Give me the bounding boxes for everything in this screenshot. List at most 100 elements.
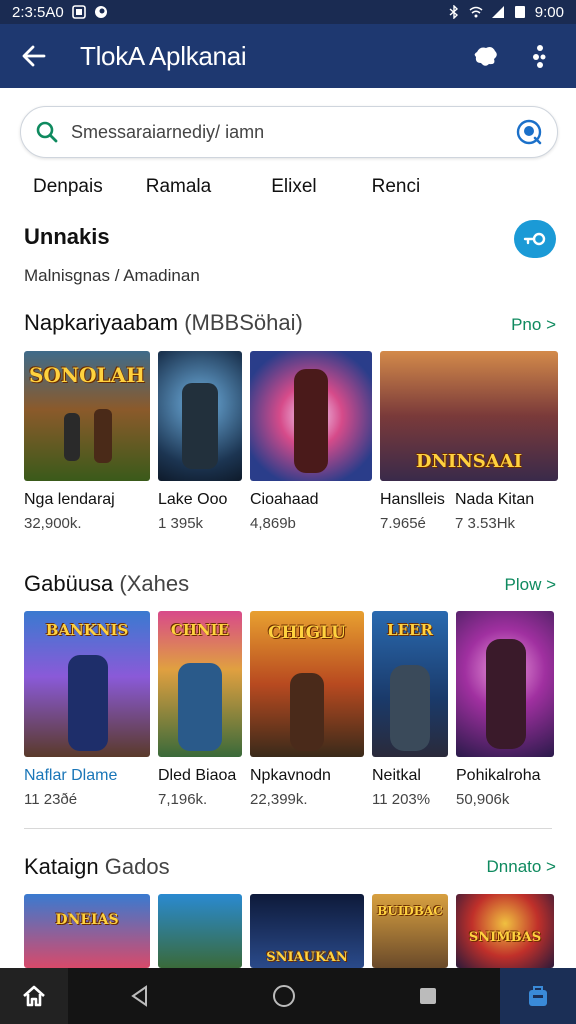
- game-card[interactable]: BANKNIS Naflar Dlame 11 23ðé: [24, 611, 150, 808]
- section-title: Napkariyaabam (MBBSöhai): [24, 310, 303, 336]
- bluetooth-icon: [449, 5, 458, 19]
- game-card[interactable]: SNIMBAS: [456, 894, 554, 968]
- game-card[interactable]: SONOLAH Nga lendaraj 32,900k.: [24, 351, 150, 532]
- section-more-link[interactable]: Dnnato >: [487, 857, 556, 877]
- game-name: Cioahaad: [250, 491, 319, 508]
- section-title-text: Gabüusa: [24, 571, 114, 596]
- game-cover: DNINSAAI: [380, 351, 558, 481]
- section-subtitle: (MBBSöhai): [184, 310, 303, 335]
- battery-icon: [514, 6, 525, 18]
- game-cover: LEER: [372, 611, 448, 757]
- extensions-button[interactable]: [466, 36, 506, 76]
- section-subtitle: (Xahes: [119, 571, 190, 596]
- store-icon: [529, 986, 547, 1006]
- game-name: Neitkal: [372, 767, 421, 784]
- game-row: BANKNIS Naflar Dlame 11 23ðé CHNIE Dled …: [24, 611, 554, 808]
- game-card[interactable]: Pohikalroha 50,906k: [456, 611, 554, 808]
- game-name: Lake Ooo: [158, 491, 228, 508]
- cover-title: LEER: [387, 621, 433, 639]
- breadcrumb: Malnisgnas / Amadinan: [24, 266, 200, 285]
- app-title: Tlok​A Aplkanai: [80, 40, 247, 71]
- game-name: Hanslleis: [380, 491, 445, 508]
- section-more-link[interactable]: Pno >: [511, 315, 556, 335]
- search-input[interactable]: [71, 121, 515, 143]
- section-title-text: Kataign: [24, 854, 99, 879]
- game-downloads: 50,906k: [456, 791, 510, 808]
- status-clock: 9:00: [534, 3, 564, 21]
- game-card[interactable]: SNIAUKAN: [250, 894, 364, 968]
- game-downloads: 7,196k.: [158, 791, 208, 808]
- nav-back-icon: [131, 985, 147, 1007]
- status-bar: 2:3:5A0 9:00: [0, 0, 576, 24]
- key-icon: [523, 232, 546, 246]
- notification-icon: [71, 5, 86, 19]
- game-cover: SNIAUKAN: [250, 894, 364, 968]
- game-row: SONOLAH Nga lendaraj 32,900k. Lake Ooo 1…: [24, 351, 558, 532]
- system-nav-bar: [0, 968, 576, 1024]
- game-card[interactable]: [158, 894, 242, 968]
- nav-back-button[interactable]: [68, 985, 212, 1007]
- voice-search-icon[interactable]: [515, 118, 543, 146]
- home-tab-button[interactable]: [0, 968, 68, 1024]
- game-name: Naflar Dlame: [24, 767, 118, 784]
- game-card[interactable]: DNEIAS: [24, 894, 150, 968]
- filter-tabs: Denpais Ramala Elixel Renci: [33, 176, 463, 198]
- cover-title: SNIMBAS: [468, 930, 542, 945]
- game-downloads: 1 395k: [158, 515, 204, 532]
- tab-0[interactable]: Denpais: [33, 176, 103, 198]
- game-downloads: 7 3.53Hk: [455, 515, 516, 532]
- game-cover: [158, 894, 242, 968]
- game-cover: BANKNIS: [24, 611, 150, 757]
- game-downloads: 4,869b: [250, 515, 296, 532]
- section-title-text: Napkariyaabam: [24, 310, 179, 335]
- nav-recents-button[interactable]: [356, 986, 500, 1006]
- nav-home-icon: [273, 985, 295, 1007]
- key-button[interactable]: [514, 220, 556, 258]
- cover-title: DNEIAS: [55, 912, 119, 928]
- puzzle-icon: [474, 47, 497, 66]
- cover-title: CHNIE: [170, 621, 230, 639]
- section-more-link[interactable]: Plow >: [505, 575, 557, 595]
- game-cover: [250, 351, 372, 481]
- search-bar[interactable]: [20, 106, 558, 158]
- game-card[interactable]: CHNIE Dled Biaoa 7,196k.: [158, 611, 242, 808]
- section-divider: [24, 828, 552, 829]
- game-card[interactable]: BUIDBAC: [372, 894, 448, 968]
- section-title: Gabüusa (Xahes: [24, 571, 189, 597]
- tab-3[interactable]: Renci: [372, 176, 421, 198]
- game-card[interactable]: CHIGLU Npkavnodn 22,399k.: [250, 611, 364, 808]
- store-button[interactable]: [500, 968, 576, 1024]
- game-cover: CHIGLU: [250, 611, 364, 757]
- game-card[interactable]: LEER Neitkal 11 203%: [372, 611, 448, 808]
- game-cover: [158, 351, 242, 481]
- game-card[interactable]: Lake Ooo 1 395k: [158, 351, 242, 532]
- status-time: 2:3:5A0: [12, 3, 64, 21]
- cover-title: DNINSAAI: [415, 451, 523, 472]
- back-button[interactable]: [16, 38, 52, 74]
- search-icon: [36, 121, 58, 143]
- more-options-button[interactable]: [520, 36, 560, 76]
- game-card[interactable]: DNINSAAI Hanslleis 7.965é Nada Kitan 7 3…: [380, 351, 558, 532]
- cover-title: CHIGLU: [268, 623, 346, 643]
- wifi-icon: [469, 6, 483, 18]
- game-cover: BUIDBAC: [372, 894, 448, 968]
- game-cover: SNIMBAS: [456, 894, 554, 968]
- game-downloads: 11 23ðé: [24, 791, 78, 808]
- game-downloads: 11 203%: [372, 791, 431, 808]
- game-row: DNEIAS SNIAUKAN BUIDBAC SNIMBAS: [24, 894, 554, 968]
- game-cover: SONOLAH: [24, 351, 150, 481]
- game-card[interactable]: Cioahaad 4,869b: [250, 351, 372, 532]
- tab-1[interactable]: Ramala: [146, 176, 211, 198]
- game-cover: CHNIE: [158, 611, 242, 757]
- section-subtitle: Gados: [104, 854, 170, 879]
- app-bar: Tlok​A Aplkanai: [0, 24, 576, 88]
- signal-icon: [491, 6, 504, 18]
- game-name: Npkavnodn: [250, 767, 331, 784]
- tab-2[interactable]: Elixel: [271, 176, 316, 198]
- game-downloads: 7.965é: [380, 515, 426, 532]
- game-downloads: 22,399k.: [250, 791, 308, 808]
- game-cover: DNEIAS: [24, 894, 150, 968]
- nav-home-button[interactable]: [212, 984, 356, 1008]
- app-notification-icon: [94, 6, 107, 18]
- back-arrow-icon: [22, 45, 46, 67]
